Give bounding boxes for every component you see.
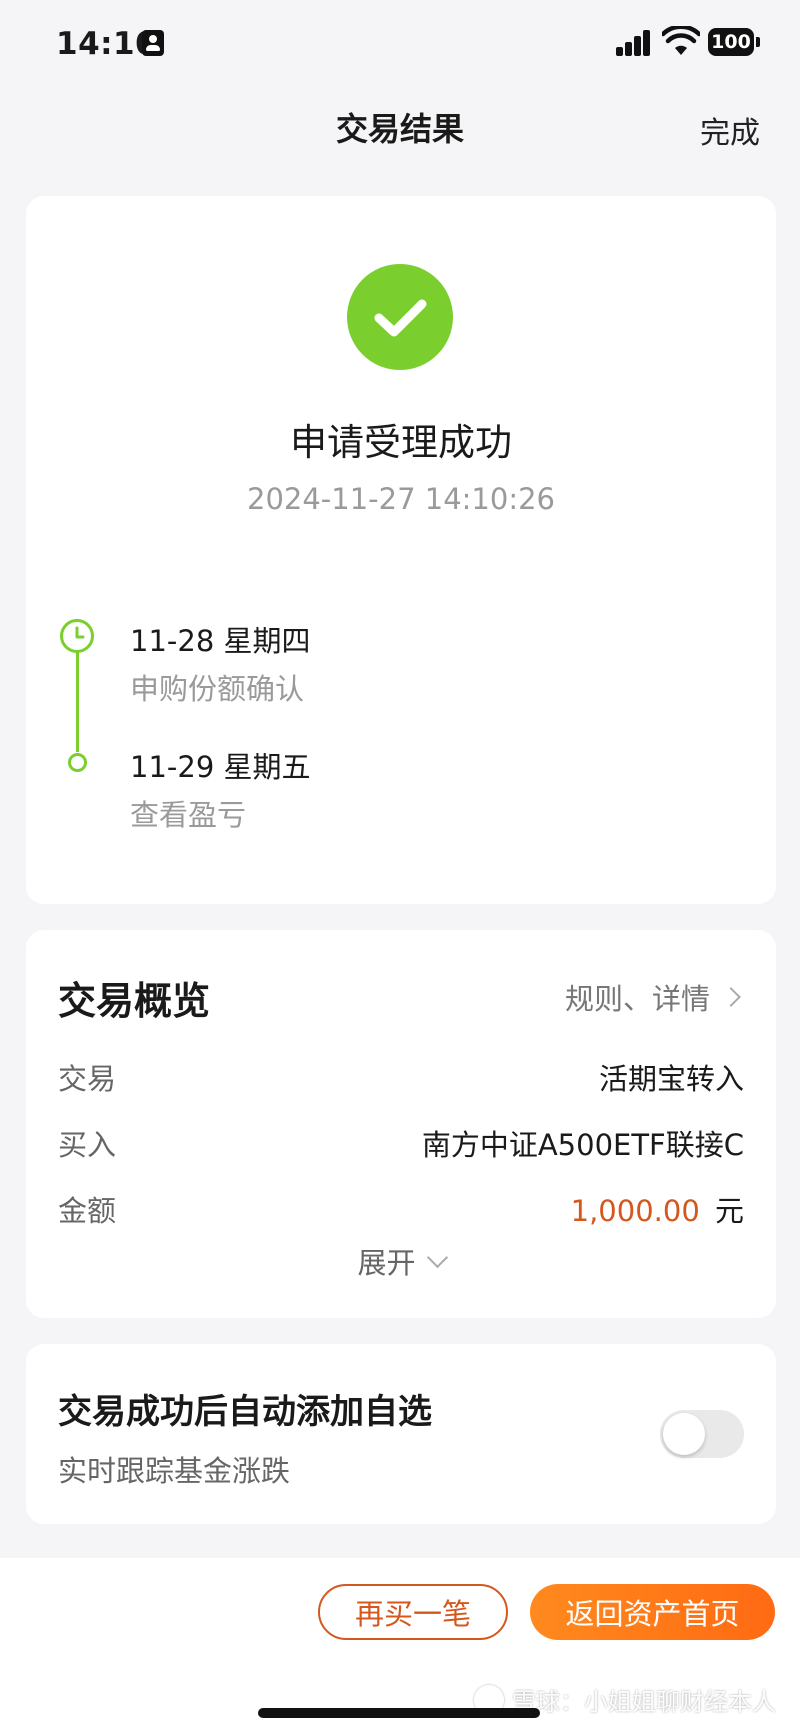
auto-add-subtitle: 实时跟踪基金涨跌	[58, 1454, 291, 1488]
step-1-desc: 申购份额确认	[130, 672, 305, 706]
chevron-down-icon	[426, 1246, 448, 1268]
auto-add-toggle[interactable]	[660, 1410, 744, 1458]
auto-add-card: 交易成功后自动添加自选 实时跟踪基金涨跌	[26, 1344, 776, 1524]
step-2-desc: 查看盈亏	[130, 798, 247, 832]
row-value-fund: 南方中证A500ETF联接C	[421, 1128, 744, 1162]
timeline-line	[76, 638, 79, 752]
expand-button[interactable]: 展开	[26, 1240, 776, 1282]
page-title: 交易结果	[335, 110, 464, 148]
row-value-trade: 活期宝转入	[598, 1062, 744, 1096]
clock-icon	[60, 619, 94, 653]
wifi-icon	[662, 26, 700, 55]
row-label-amount: 金额	[58, 1194, 117, 1228]
row-label-buy: 买入	[58, 1128, 117, 1162]
home-indicator[interactable]	[258, 1708, 540, 1718]
success-check-icon	[347, 264, 453, 370]
rules-details-label: 规则、详情	[564, 982, 710, 1016]
timeline-dot-icon	[68, 753, 87, 772]
result-timestamp: 2024-11-27 14:10:26	[247, 482, 555, 516]
amount-unit: 元	[714, 1194, 744, 1228]
step-2-date: 11-29 星期五	[130, 750, 311, 784]
watermark-text: 雪球：小姐姐聊财经本人	[512, 1688, 776, 1716]
buy-again-button[interactable]: 再买一笔	[318, 1584, 508, 1640]
toggle-knob	[663, 1413, 705, 1455]
battery-level: 100	[708, 28, 754, 56]
row-label-trade: 交易	[58, 1062, 117, 1096]
amount-value: 1,000.00	[570, 1194, 700, 1228]
status-bar: 14:10 100	[0, 0, 800, 90]
contact-card-icon	[142, 30, 164, 56]
bottom-action-bar: 再买一笔 返回资产首页 雪球：小姐姐聊财经本人	[0, 1558, 800, 1731]
overview-card: 交易概览 规则、详情 交易 活期宝转入 买入 南方中证A500ETF联接C 金额…	[26, 930, 776, 1318]
cellular-signal-icon	[616, 30, 652, 56]
rules-details-link[interactable]: 规则、详情	[564, 976, 741, 1018]
back-home-button[interactable]: 返回资产首页	[530, 1584, 775, 1640]
row-value-amount: 1,000.00 元	[571, 1188, 744, 1230]
result-title: 申请受理成功	[290, 421, 512, 464]
step-1-date: 11-28 星期四	[130, 624, 311, 658]
auto-add-title: 交易成功后自动添加自选	[58, 1392, 432, 1432]
expand-label: 展开	[357, 1246, 416, 1280]
done-button[interactable]: 完成	[700, 108, 760, 152]
chevron-right-icon	[721, 987, 741, 1007]
battery-icon: 100	[708, 28, 760, 56]
result-card: 申请受理成功 2024-11-27 14:10:26 11-28 星期四 申购份…	[26, 196, 776, 904]
overview-title: 交易概览	[58, 979, 211, 1023]
